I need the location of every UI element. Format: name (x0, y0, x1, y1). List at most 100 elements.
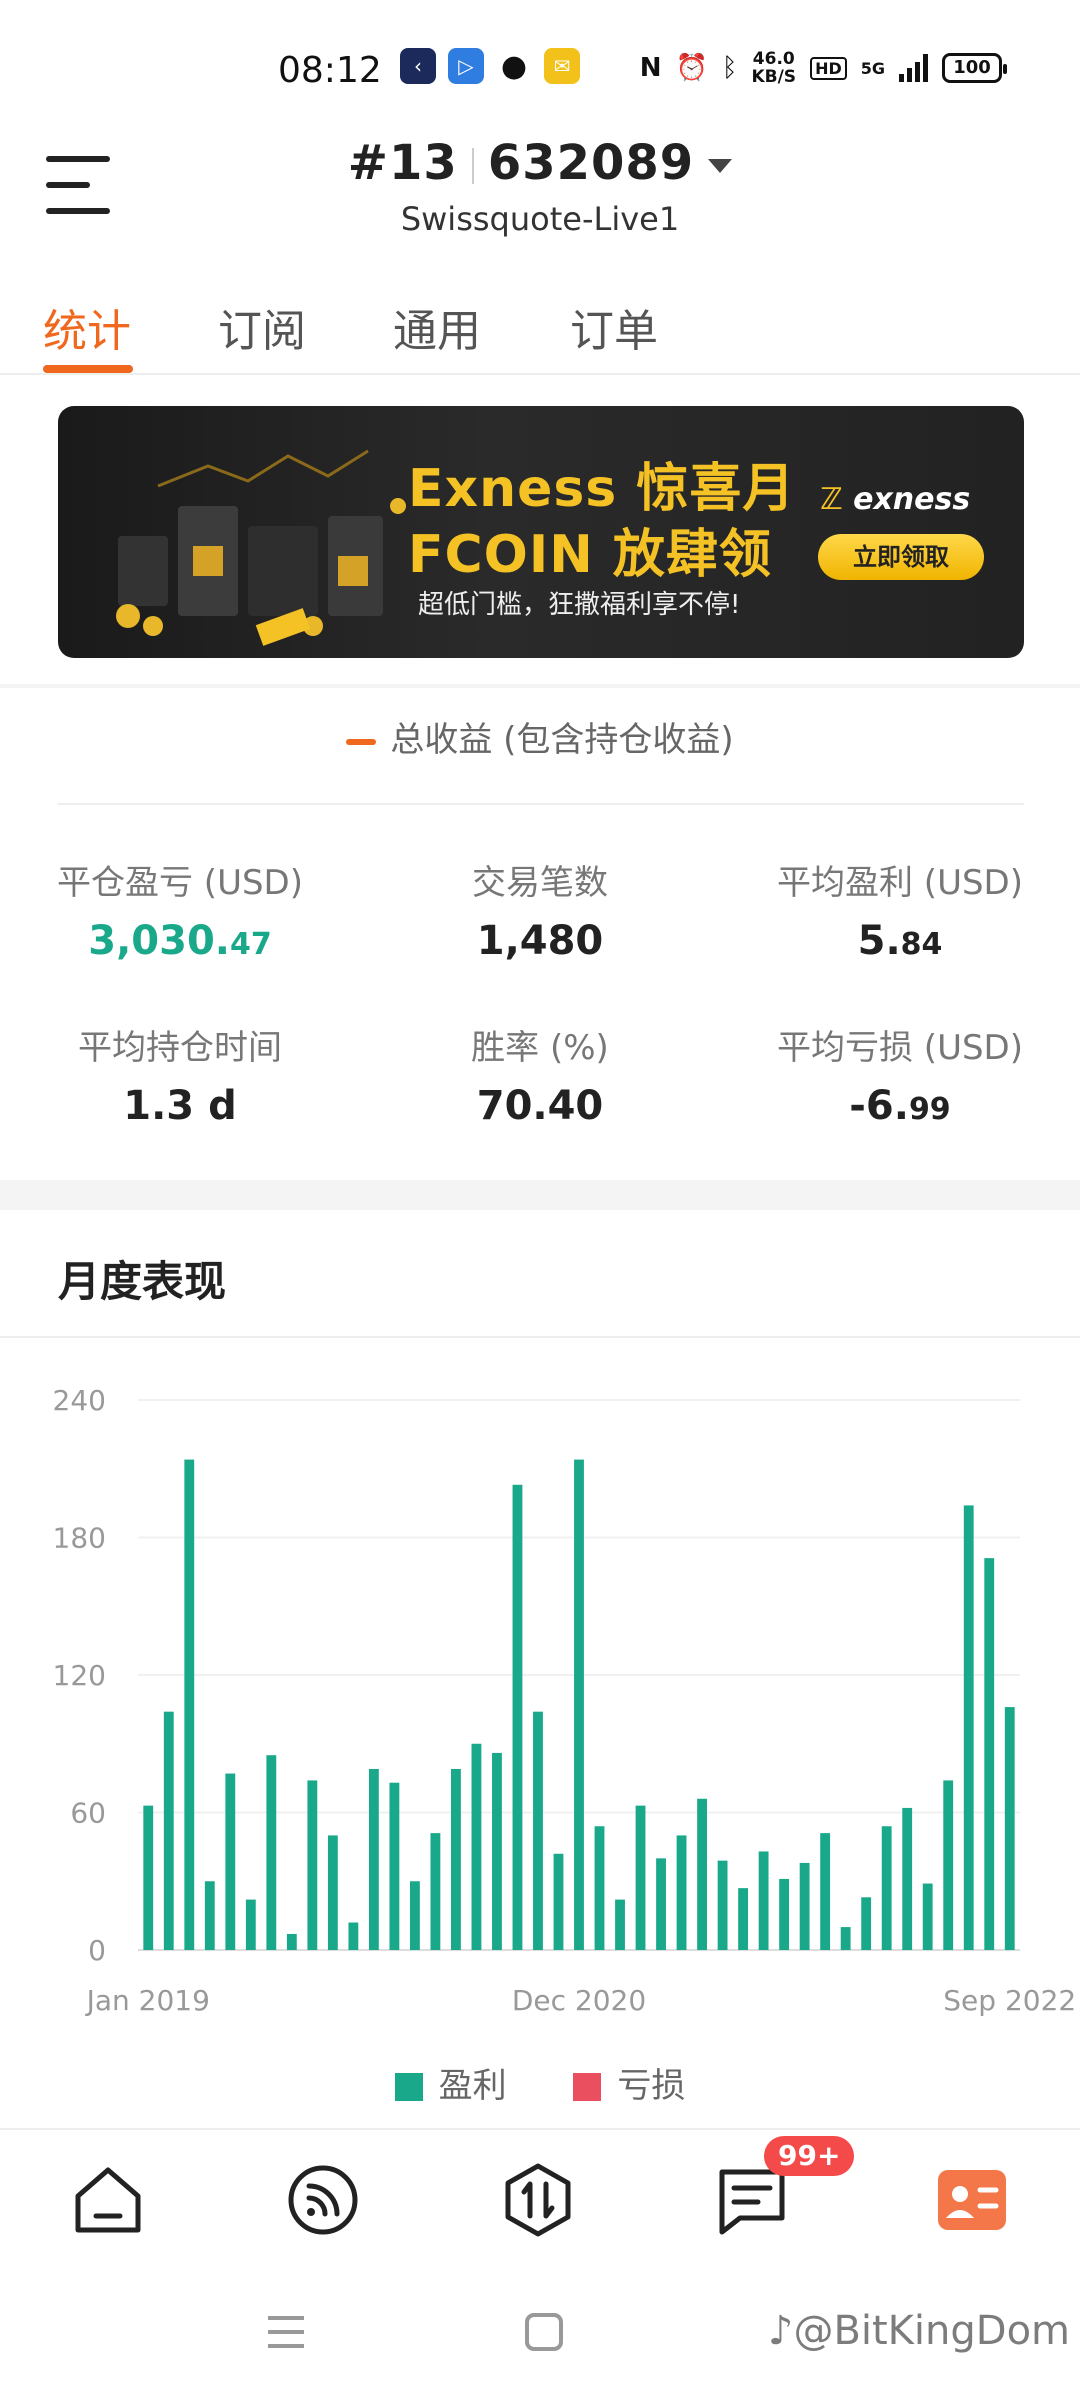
network-speed-value: 46.0 (752, 49, 795, 69)
network-type: 5G (860, 58, 885, 78)
total-profit-legend-label: 总收益 (包含持仓收益) (390, 720, 734, 760)
stat-value-fraction: 47 (229, 927, 272, 962)
profit-bar[interactable] (533, 1711, 543, 1950)
alarm-icon: ⏰ (675, 53, 708, 83)
promo-banner[interactable]: Exness 惊喜月 FCOIN 放肆领 超低门槛，狂撒福利享不停! ℤ exn… (58, 406, 1024, 658)
profit-bar[interactable] (389, 1782, 400, 1950)
profit-bar[interactable] (820, 1833, 831, 1950)
battery-level: 100 (953, 57, 991, 78)
profit-bar[interactable] (492, 1752, 502, 1950)
profit-bar[interactable] (697, 1798, 707, 1950)
profit-bar[interactable] (615, 1899, 625, 1950)
stat-label-trade-count: 交易笔数 (472, 863, 608, 903)
profit-bar[interactable] (225, 1773, 236, 1950)
messages-badge: 99+ (764, 2136, 855, 2176)
nav-trade[interactable] (498, 2160, 578, 2240)
nav-profile[interactable] (932, 2160, 1012, 2240)
profit-bar[interactable] (204, 1881, 215, 1950)
stat-value-trade-count: 1,480 (380, 918, 700, 964)
profit-bar[interactable] (143, 1805, 154, 1950)
tab-orders[interactable]: 订单 (570, 295, 658, 359)
profit-bar[interactable] (1004, 1707, 1015, 1950)
profit-bar[interactable] (799, 1862, 810, 1950)
profit-bar[interactable] (553, 1853, 564, 1950)
profit-bar[interactable] (963, 1505, 974, 1950)
tab-bar: 统计 订阅 通用 订单 (0, 285, 1080, 375)
profit-bar[interactable] (676, 1835, 687, 1950)
stat-value-main: 1.3 d (123, 1083, 237, 1129)
profit-bar[interactable] (656, 1858, 666, 1950)
tab-statistics[interactable]: 统计 (43, 295, 131, 359)
browser-notification-icon: ▷ (448, 48, 484, 84)
profit-bar[interactable] (451, 1768, 461, 1950)
caret-down-icon (708, 159, 733, 173)
profit-bar[interactable] (840, 1927, 851, 1950)
nav-signals[interactable] (283, 2160, 363, 2240)
profit-bar[interactable] (717, 1860, 728, 1950)
profit-bar[interactable] (184, 1459, 195, 1950)
gift-bags-illustration (116, 449, 406, 646)
legend-loss-swatch (573, 2073, 602, 2101)
stat-value-closed-pnl: 3,030.47 (20, 918, 340, 964)
wechat-icon: ● (496, 48, 532, 84)
profit-bar[interactable] (266, 1755, 277, 1950)
profit-bar[interactable] (471, 1743, 482, 1950)
nfc-icon: N (639, 53, 662, 83)
monthly-performance-title: 月度表现 (58, 1257, 227, 1306)
stat-value-avg-profit: 5.84 (740, 918, 1060, 964)
profit-bar[interactable] (984, 1558, 995, 1950)
profit-bar[interactable] (779, 1878, 790, 1950)
profit-bar[interactable] (861, 1897, 872, 1950)
stat-value-main: 70.40 (476, 1083, 604, 1129)
profit-bar[interactable] (368, 1768, 379, 1950)
stat-value-fraction: 99 (908, 1092, 951, 1127)
total-profit-legend[interactable]: 总收益 (包含持仓收益) (0, 712, 1080, 761)
profile-card-icon (938, 2170, 1006, 2230)
profit-bar[interactable] (245, 1899, 256, 1950)
home-button-icon[interactable] (524, 2312, 564, 2352)
home-icon (75, 2167, 141, 2233)
y-tick-label: 0 (88, 1934, 106, 1967)
notification-icons: ‹ ▷ ● ✉ (400, 48, 580, 84)
watermark: ♪@BitKingDom (768, 2308, 1070, 2354)
profit-bar[interactable] (881, 1826, 892, 1950)
legend-profit[interactable]: 盈利 (394, 2058, 507, 2107)
profit-bar[interactable] (943, 1780, 954, 1950)
signal-feed-icon (288, 2165, 358, 2235)
profit-bar[interactable] (512, 1484, 523, 1950)
profit-bar[interactable] (594, 1826, 605, 1950)
stat-value-main: 3,030. (88, 918, 230, 964)
status-time: 08:12 (278, 50, 382, 91)
profit-bar[interactable] (738, 1888, 749, 1950)
tab-general[interactable]: 通用 (393, 295, 481, 359)
profit-bar[interactable] (409, 1881, 420, 1950)
stat-value-avg-loss: -6.99 (740, 1083, 1060, 1129)
y-tick-label: 120 (53, 1659, 106, 1692)
stat-value-main: -6. (849, 1083, 909, 1129)
account-number: #13 (347, 135, 458, 191)
profit-bar[interactable] (163, 1711, 174, 1950)
stat-label-closed-pnl: 平仓盈亏 (USD) (57, 863, 303, 903)
tab-subscribe[interactable]: 订阅 (218, 295, 306, 359)
recent-apps-icon[interactable] (266, 2312, 306, 2352)
profit-bar[interactable] (286, 1933, 297, 1950)
profit-bar[interactable] (430, 1833, 441, 1950)
banner-cta-button[interactable]: 立即领取 (818, 534, 984, 580)
profit-bar[interactable] (574, 1459, 584, 1950)
profit-bar[interactable] (635, 1805, 646, 1950)
profit-bar[interactable] (902, 1807, 913, 1950)
nav-home[interactable] (68, 2160, 148, 2240)
legend-loss[interactable]: 亏损 (573, 2058, 685, 2107)
profit-bar[interactable] (307, 1780, 318, 1950)
profit-bar[interactable] (348, 1922, 359, 1951)
section-divider (0, 684, 1080, 688)
banner-title-line1: Exness 惊喜月 (408, 459, 796, 519)
x-tick-label: Sep 2022 (943, 1984, 1076, 2017)
trade-icon (505, 2163, 571, 2237)
account-selector[interactable]: #13 632089 (0, 135, 1080, 191)
profit-bar[interactable] (758, 1851, 769, 1950)
profit-bar[interactable] (327, 1835, 338, 1950)
chart-title-separator (0, 1336, 1080, 1338)
network-speed-unit: KB/S (751, 67, 797, 87)
profit-bar[interactable] (922, 1883, 933, 1950)
